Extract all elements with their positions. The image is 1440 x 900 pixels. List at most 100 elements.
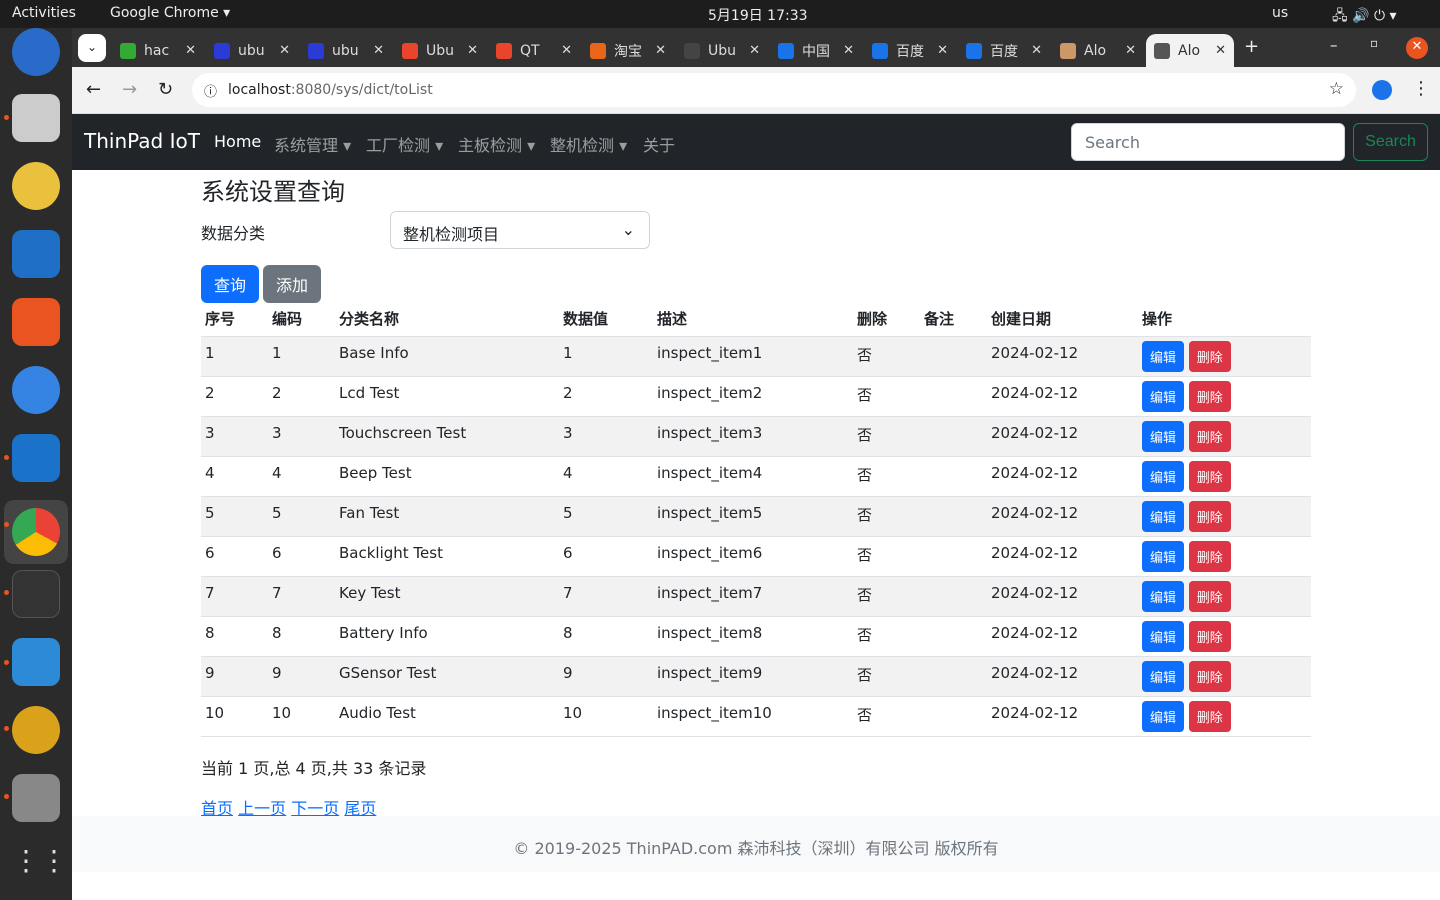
tab-close-icon[interactable]: ✕ <box>185 43 196 58</box>
brand-logo[interactable]: ThinPad IoT <box>84 129 200 153</box>
chrome-icon[interactable] <box>4 500 68 564</box>
browser-tab[interactable]: Ubu ✕ <box>394 34 486 67</box>
edit-button[interactable]: 编辑 <box>1142 700 1185 732</box>
browser-tab[interactable]: 百度 ✕ <box>958 34 1050 67</box>
table-cell <box>920 576 987 617</box>
footer: © 2019-2025 ThinPAD.com 森沛科技（深圳）有限公司 版权所… <box>72 816 1440 872</box>
tab-close-icon[interactable]: ✕ <box>655 43 666 58</box>
delete-button[interactable]: 删除 <box>1188 580 1231 612</box>
table-cell: 否 <box>853 496 920 537</box>
edit-button[interactable]: 编辑 <box>1142 380 1185 412</box>
rhythmbox-icon[interactable] <box>12 162 60 210</box>
browser-tab[interactable]: hac ✕ <box>112 34 204 67</box>
browser-tab[interactable]: ubu ✕ <box>300 34 392 67</box>
browser-tab[interactable]: Ubu ✕ <box>676 34 768 67</box>
system-tray-icons[interactable]: 🖧 🔊 ⏻ ▾ <box>1332 5 1397 29</box>
nav-home[interactable]: Home <box>214 132 261 151</box>
files-icon[interactable] <box>12 94 60 142</box>
app-menu[interactable]: Google Chrome ▾ <box>110 5 230 21</box>
forward-icon[interactable]: → <box>122 79 137 100</box>
query-button[interactable]: 查询 <box>201 265 259 303</box>
table-cell: 8 <box>201 616 268 657</box>
browser-tab[interactable]: 淘宝 ✕ <box>582 34 674 67</box>
browser-tab[interactable]: Alo ✕ <box>1052 34 1144 67</box>
category-select[interactable]: 整机检测项目 ⌄ <box>390 211 650 249</box>
thunderbird-icon[interactable] <box>12 28 60 76</box>
delete-button[interactable]: 删除 <box>1188 700 1231 732</box>
edit-button[interactable]: 编辑 <box>1142 660 1185 692</box>
tab-close-icon[interactable]: ✕ <box>937 43 948 58</box>
table-cell: inspect_item5 <box>653 496 853 537</box>
tab-close-icon[interactable]: ✕ <box>1215 43 1226 58</box>
nav-factory-test[interactable]: 工厂检测 ▾ <box>366 132 443 156</box>
writer-icon[interactable] <box>12 230 60 278</box>
close-window-button[interactable]: ✕ <box>1406 37 1428 59</box>
browser-tab[interactable]: 百度 ✕ <box>864 34 956 67</box>
browser-tab[interactable]: ubu ✕ <box>206 34 298 67</box>
table-cell: Touchscreen Test <box>335 416 559 457</box>
tab-close-icon[interactable]: ✕ <box>1031 43 1042 58</box>
table-cell: 2024-02-12 <box>987 576 1138 617</box>
edit-button[interactable]: 编辑 <box>1142 540 1185 572</box>
browser-tab[interactable]: QT ✕ <box>488 34 580 67</box>
edit-button[interactable]: 编辑 <box>1142 420 1185 452</box>
tab-search-button[interactable]: ⌄ <box>78 34 106 62</box>
delete-button[interactable]: 删除 <box>1188 460 1231 492</box>
nav-about[interactable]: 关于 <box>643 132 675 156</box>
edit-button[interactable]: 编辑 <box>1142 460 1185 492</box>
tab-close-icon[interactable]: ✕ <box>843 43 854 58</box>
delete-button[interactable]: 删除 <box>1188 660 1231 692</box>
nav-device-test[interactable]: 整机检测 ▾ <box>550 132 627 156</box>
clock[interactable]: 5月19日 17:33 <box>708 5 808 25</box>
tab-close-icon[interactable]: ✕ <box>561 43 572 58</box>
edit-button[interactable]: 编辑 <box>1142 580 1185 612</box>
keyboard-indicator[interactable]: us <box>1272 5 1288 21</box>
tab-close-icon[interactable]: ✕ <box>467 43 478 58</box>
nav-system-management[interactable]: 系统管理 ▾ <box>274 132 351 156</box>
help-icon[interactable] <box>12 366 60 414</box>
activities-button[interactable]: Activities <box>12 5 76 21</box>
tab-close-icon[interactable]: ✕ <box>279 43 290 58</box>
tab-favicon-icon <box>1060 42 1076 59</box>
delete-button[interactable]: 删除 <box>1188 380 1231 412</box>
edit-button[interactable]: 编辑 <box>1142 620 1185 652</box>
new-tab-button[interactable]: + <box>1244 36 1259 57</box>
tab-close-icon[interactable]: ✕ <box>1125 43 1136 58</box>
terminal-icon[interactable] <box>12 570 60 618</box>
tab-strip: ⌄ hac ✕ ubu ✕ ubu ✕ Ubu ✕ QT ✕ 淘宝 ✕ Ubu ✕ 中国 ✕ 百度 ✕ 百度 ✕ Alo… <box>72 28 1440 67</box>
bookmark-star-icon[interactable]: ☆ <box>1329 79 1344 99</box>
reload-icon[interactable]: ↻ <box>158 79 173 100</box>
delete-button[interactable]: 删除 <box>1188 340 1231 372</box>
menu-kebab-icon[interactable]: ⋮ <box>1412 78 1430 99</box>
address-bar[interactable]: ⓘ localhost:8080/sys/dict/toList ☆ <box>192 73 1356 107</box>
tab-close-icon[interactable]: ✕ <box>373 43 384 58</box>
software-icon[interactable] <box>12 298 60 346</box>
edit-button[interactable]: 编辑 <box>1142 340 1185 372</box>
java-icon[interactable] <box>12 774 60 822</box>
browser-tab[interactable]: Alo ✕ <box>1146 34 1234 67</box>
minimize-button[interactable]: – <box>1330 36 1338 54</box>
site-info-icon[interactable]: ⓘ <box>204 81 217 100</box>
table-cell: 2 <box>559 376 653 417</box>
tab-title: Alo <box>1084 42 1107 59</box>
search-button[interactable]: Search <box>1353 123 1428 161</box>
teapot-icon[interactable] <box>12 706 60 754</box>
edit-button[interactable]: 编辑 <box>1142 500 1185 532</box>
app-64-icon[interactable] <box>12 638 60 686</box>
delete-button[interactable]: 删除 <box>1188 620 1231 652</box>
show-apps-icon[interactable]: ⋮⋮ <box>12 844 68 892</box>
actions-cell: 编辑 删除 <box>1138 496 1311 537</box>
nav-board-test[interactable]: 主板检测 ▾ <box>458 132 535 156</box>
profile-avatar-icon[interactable] <box>1372 80 1392 100</box>
delete-button[interactable]: 删除 <box>1188 420 1231 452</box>
tab-title: QT <box>520 42 540 59</box>
search-input[interactable]: Search <box>1071 123 1345 161</box>
add-button[interactable]: 添加 <box>263 265 321 303</box>
delete-button[interactable]: 删除 <box>1188 540 1231 572</box>
delete-button[interactable]: 删除 <box>1188 500 1231 532</box>
browser-tab[interactable]: 中国 ✕ <box>770 34 862 67</box>
monitor-icon[interactable] <box>12 434 60 482</box>
back-icon[interactable]: ← <box>86 79 101 100</box>
tab-close-icon[interactable]: ✕ <box>749 43 760 58</box>
maximize-button[interactable]: ▫ <box>1370 36 1378 50</box>
